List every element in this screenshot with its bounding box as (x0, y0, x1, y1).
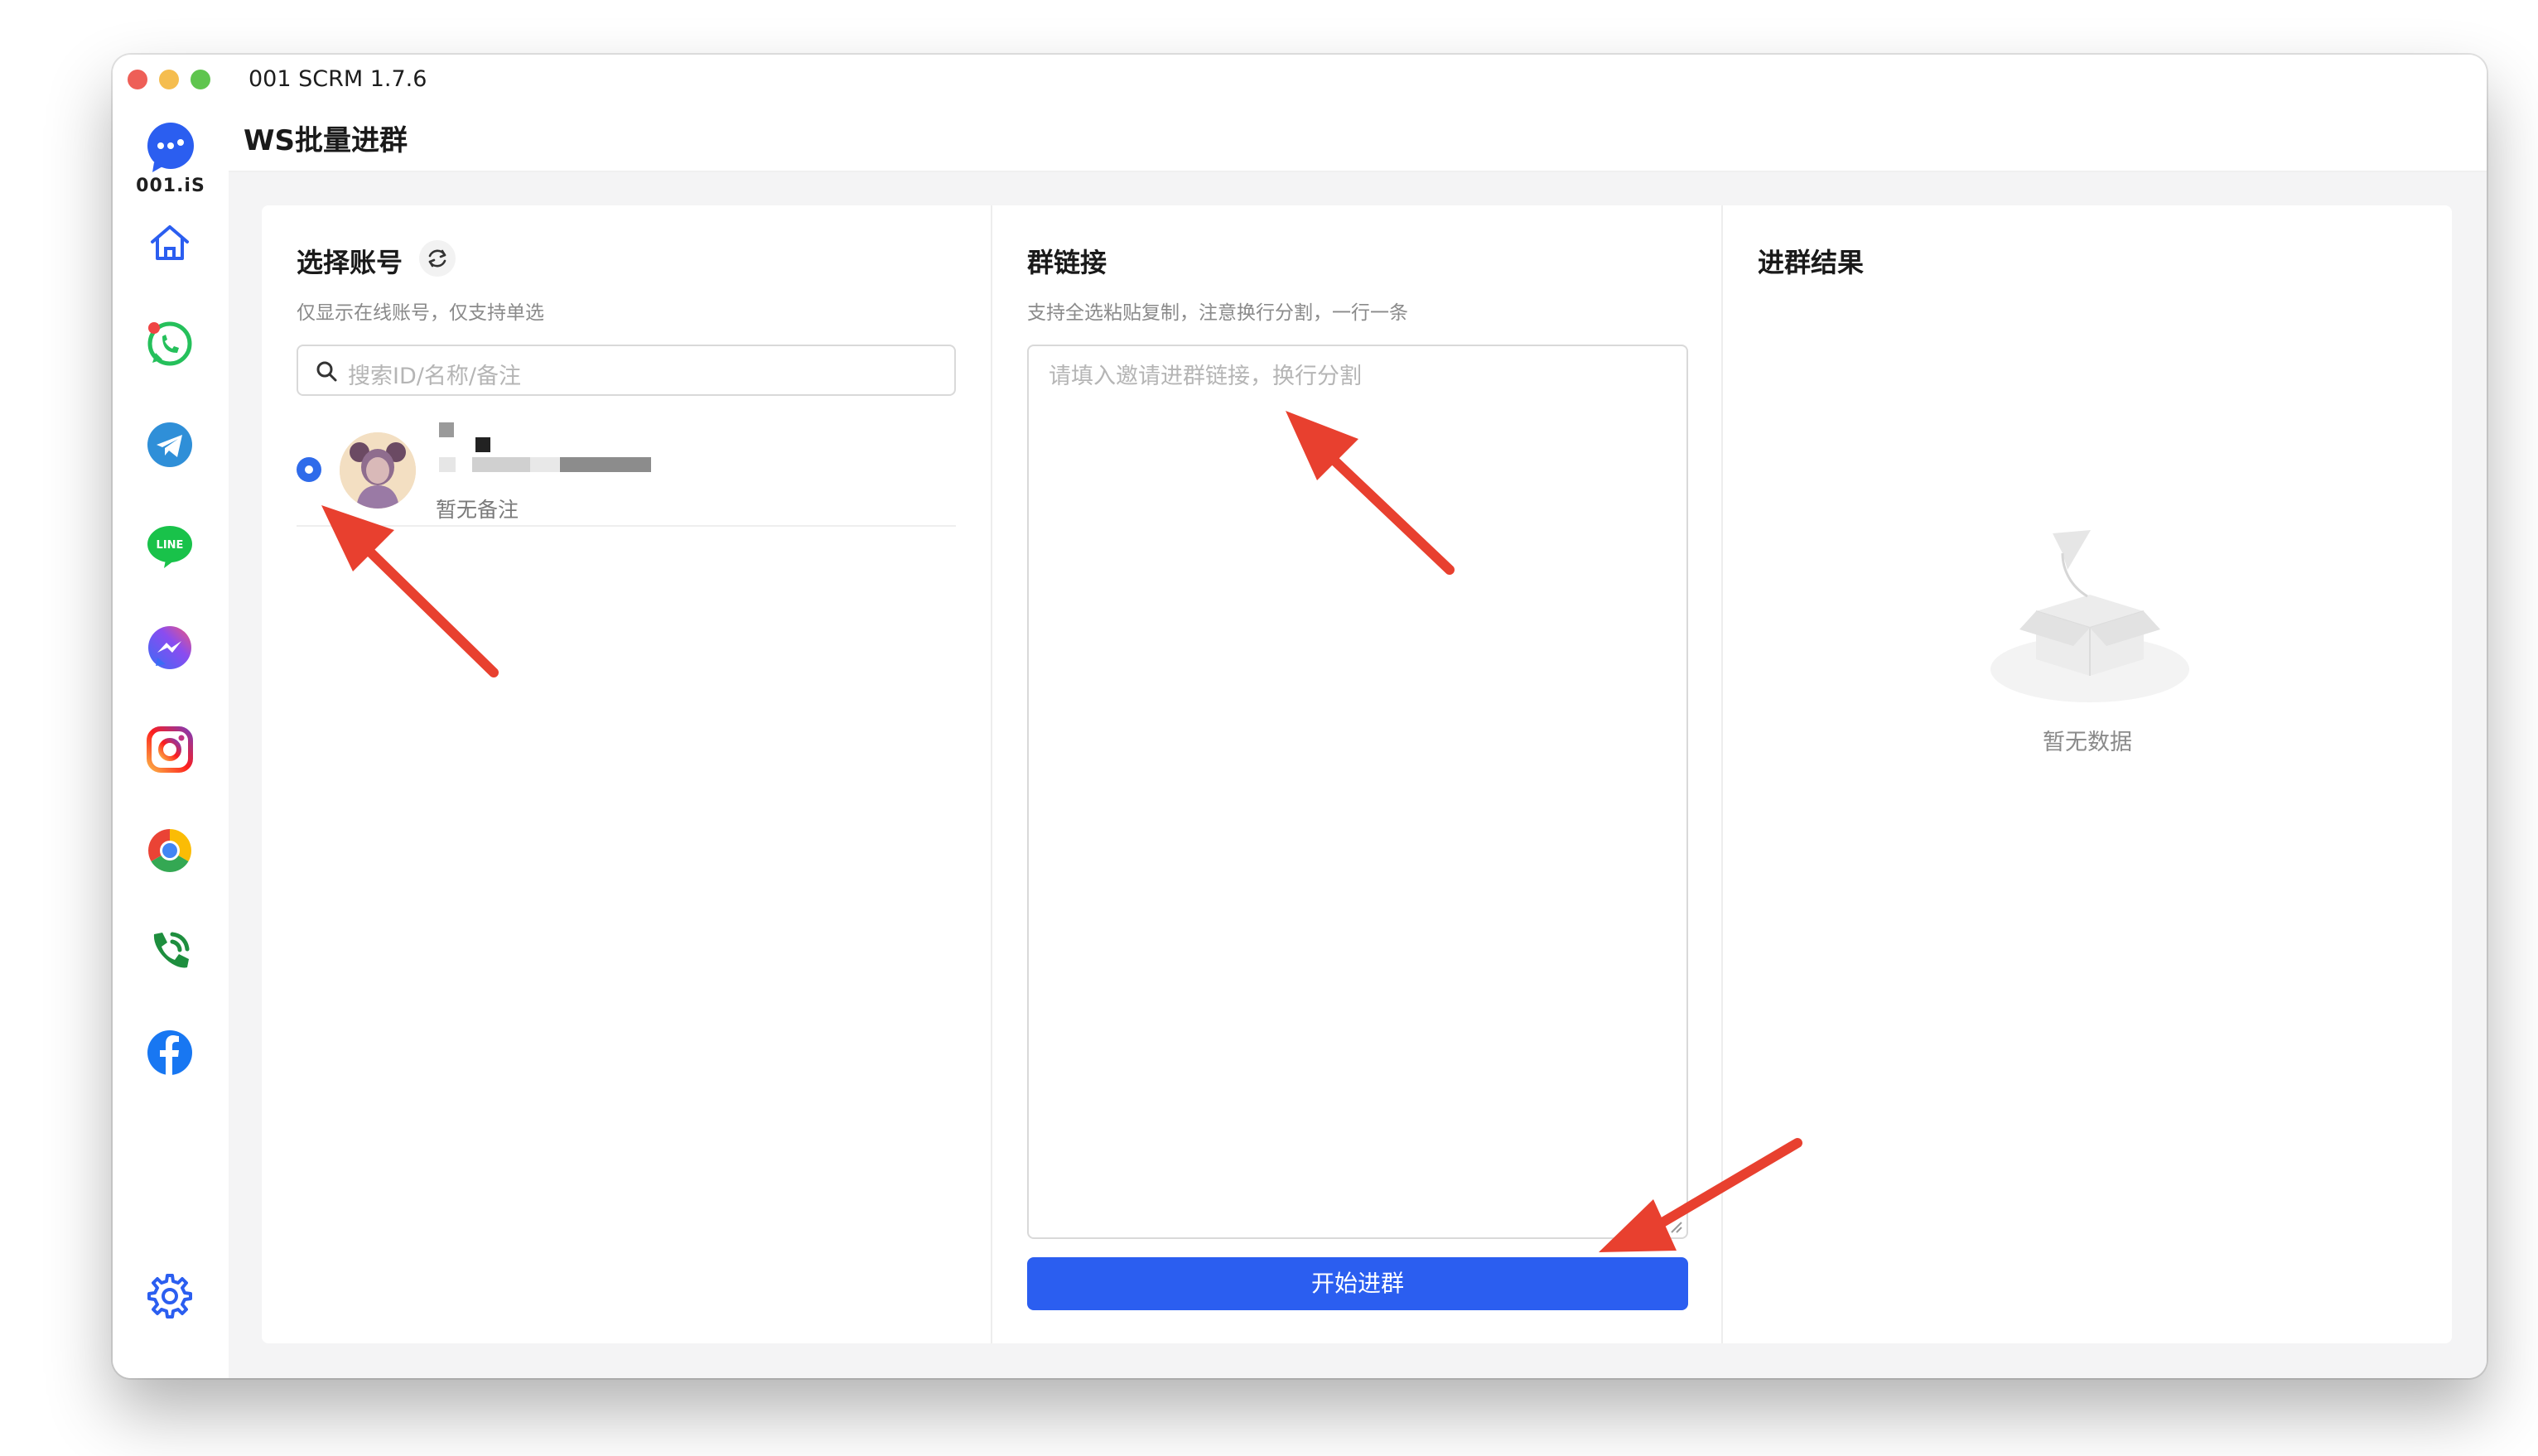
account-id-redacted-4 (560, 457, 651, 472)
group-links-title: 群链接 (1027, 247, 1107, 278)
join-results-title: 进群结果 (1758, 247, 1865, 278)
account-id-redacted-3 (530, 457, 560, 472)
search-placeholder: 搜索ID/名称/备注 (348, 364, 521, 389)
page-header: WS批量进群 (229, 104, 2487, 172)
logo-text: 001.iS (136, 176, 205, 196)
select-account-panel: 选择账号 仅显示在线账号，仅支持单选 搜索ID/名称/备注 暂无备注 (262, 205, 991, 1343)
svg-text:LINE: LINE (157, 539, 184, 552)
main-content: 选择账号 仅显示在线账号，仅支持单选 搜索ID/名称/备注 暂无备注 群链接 支… (229, 172, 2487, 1378)
maximize-window-button[interactable] (191, 70, 210, 89)
select-account-hint: 仅显示在线账号，仅支持单选 (297, 302, 544, 324)
whatsapp-icon[interactable] (144, 318, 195, 369)
account-search-input[interactable]: 搜索ID/名称/备注 (297, 345, 956, 396)
gear-icon[interactable] (144, 1270, 195, 1322)
select-account-title: 选择账号 (297, 247, 403, 278)
group-links-panel: 群链接 支持全选粘贴复制，注意换行分割，一行一条 请填入邀请进群链接，换行分割 … (992, 205, 1721, 1343)
app-title: 001 SCRM 1.7.6 (248, 66, 427, 92)
refresh-icon[interactable] (419, 240, 456, 277)
search-icon (316, 361, 337, 382)
account-name-redacted (439, 422, 454, 437)
app-window: 001 SCRM 1.7.6 001.iS LINE WS批量进群 选择账号 仅… (113, 55, 2487, 1378)
account-radio-button[interactable] (297, 457, 321, 482)
textarea-placeholder: 请填入邀请进群链接，换行分割 (1049, 364, 1362, 389)
chrome-icon[interactable] (144, 825, 195, 876)
account-id-redacted-2 (472, 457, 530, 472)
group-links-hint: 支持全选粘贴复制，注意换行分割，一行一条 (1027, 302, 1408, 324)
minimize-window-button[interactable] (159, 70, 179, 89)
instagram-icon[interactable] (144, 724, 195, 775)
sidebar: 001.iS LINE (113, 104, 230, 1378)
phone-icon[interactable] (144, 926, 195, 977)
start-join-button[interactable]: 开始进群 (1027, 1257, 1688, 1310)
close-window-button[interactable] (128, 70, 147, 89)
home-icon[interactable] (144, 217, 195, 268)
radio-selected-dot (305, 465, 313, 474)
group-links-textarea[interactable]: 请填入邀请进群链接，换行分割 (1027, 345, 1688, 1239)
line-icon[interactable]: LINE (144, 520, 195, 571)
app-logo-icon (147, 123, 194, 172)
resize-grip-icon[interactable] (1668, 1219, 1683, 1234)
account-list-item[interactable]: 暂无备注 (297, 422, 956, 527)
avatar (340, 432, 416, 509)
account-id-redacted (439, 457, 456, 472)
messenger-icon[interactable] (144, 623, 195, 674)
account-note: 暂无备注 (436, 498, 519, 522)
facebook-icon[interactable] (144, 1027, 195, 1078)
account-name-redacted-2 (475, 437, 490, 452)
join-results-panel: 进群结果 暂无数据 (1723, 205, 2452, 1343)
title-bar: 001 SCRM 1.7.6 (113, 55, 2487, 104)
empty-box-icon (1990, 530, 2189, 702)
telegram-icon[interactable] (144, 419, 195, 470)
empty-state-text: 暂无数据 (2043, 730, 2132, 755)
page-title: WS批量进群 (244, 124, 408, 157)
